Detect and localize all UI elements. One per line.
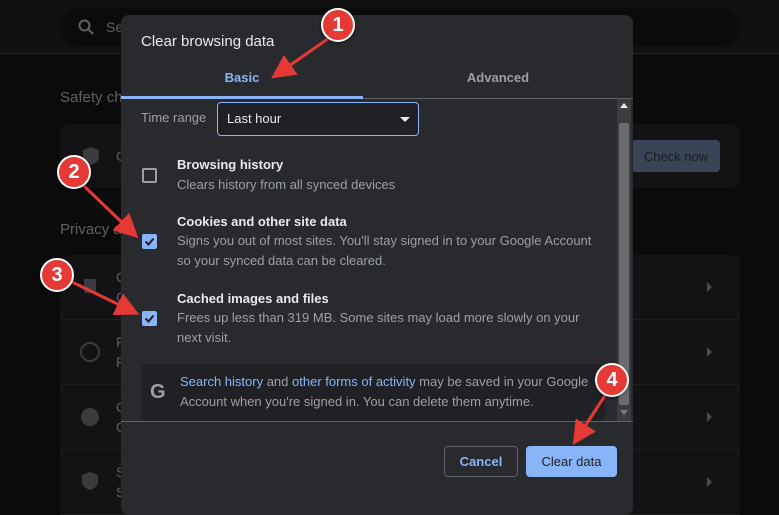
arrow-3 [71, 280, 140, 315]
annotation-badge: 4 [595, 363, 629, 397]
arrow-4 [572, 393, 608, 446]
arrow-1 [271, 34, 333, 79]
annotation-badge: 3 [40, 258, 74, 292]
annotation-badge: 2 [57, 155, 91, 189]
annotation-arrows [71, 34, 608, 446]
arrow-2 [82, 184, 139, 239]
annotation-badge: 1 [321, 8, 355, 42]
